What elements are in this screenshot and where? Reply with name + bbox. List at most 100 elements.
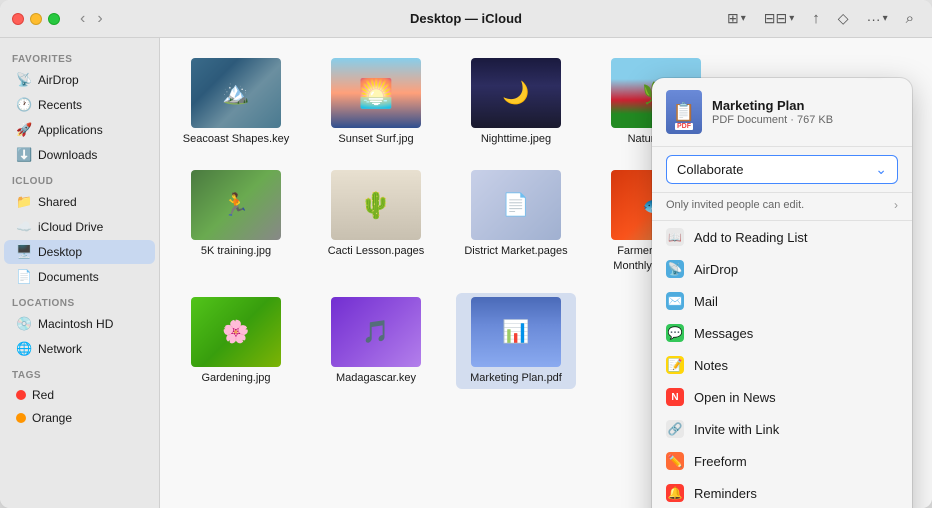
sidebar-label-downloads: Downloads (38, 148, 97, 162)
file-item-nighttime[interactable]: Nighttime.jpeg (456, 54, 576, 150)
menu-item-mail[interactable]: ✉️ Mail (652, 285, 912, 317)
pdf-icon: 📋 (673, 102, 695, 123)
menu-item-notes[interactable]: 📝 Notes (652, 349, 912, 381)
airdrop-menu-label: AirDrop (694, 262, 738, 277)
menu-item-reading-list[interactable]: 📖 Add to Reading List (652, 221, 912, 253)
sidebar-item-airdrop[interactable]: 📡 AirDrop (4, 68, 155, 92)
airdrop-icon: 📡 (16, 72, 32, 88)
sidebar-item-documents[interactable]: 📄 Documents (4, 265, 155, 289)
sidebar-item-recents[interactable]: 🕐 Recents (4, 93, 155, 117)
menu-item-reminders[interactable]: 🔔 Reminders (652, 477, 912, 508)
downloads-icon: ⬇️ (16, 147, 32, 163)
content-area: Seacoast Shapes.key Sunset Surf.jpg Nigh… (160, 38, 932, 508)
main-area: Favorites 📡 AirDrop 🕐 Recents 🚀 Applicat… (0, 38, 932, 508)
macintosh-hd-icon: 💿 (16, 316, 32, 332)
file-thumb-sunset (331, 58, 421, 128)
sidebar-item-applications[interactable]: 🚀 Applications (4, 118, 155, 142)
icloud-drive-icon: ☁️ (16, 219, 32, 235)
file-label-sunset: Sunset Surf.jpg (338, 132, 413, 146)
tag-orange-dot (16, 413, 26, 423)
list-icon: ⊟⊟ (764, 10, 787, 27)
file-item-gardening[interactable]: Gardening.jpg (176, 293, 296, 389)
file-label-gardening: Gardening.jpg (201, 371, 270, 385)
recents-icon: 🕐 (16, 97, 32, 113)
menu-item-invite-link[interactable]: 🔗 Invite with Link (652, 413, 912, 445)
finder-window: ‹ › Desktop — iCloud ⊞ ▾ ⊟⊟ ▾ ↑ ◇ ··· ▾ (0, 0, 932, 508)
sidebar-label-applications: Applications (38, 123, 103, 137)
file-item-5k[interactable]: 5K training.jpg (176, 166, 296, 277)
menu-item-messages[interactable]: 💬 Messages (652, 317, 912, 349)
titlebar: ‹ › Desktop — iCloud ⊞ ▾ ⊟⊟ ▾ ↑ ◇ ··· ▾ (0, 0, 932, 38)
file-item-district[interactable]: District Market.pages (456, 166, 576, 277)
news-icon: N (666, 388, 684, 406)
toolbar-actions: ⊞ ▾ ⊟⊟ ▾ ↑ ◇ ··· ▾ ⌕ (721, 7, 920, 30)
popup-file-icon: 📋 (666, 90, 702, 134)
file-item-seacoast[interactable]: Seacoast Shapes.key (176, 54, 296, 150)
sidebar-label-icloud-drive: iCloud Drive (38, 220, 103, 234)
reminders-icon: 🔔 (666, 484, 684, 502)
sidebar-label-recents: Recents (38, 98, 82, 112)
file-label-cacti: Cacti Lesson.pages (328, 244, 425, 258)
grid-icon: ⊞ (727, 10, 739, 27)
file-label-marketing: Marketing Plan.pdf (470, 371, 562, 385)
share-icon: ↑ (812, 10, 820, 27)
sidebar-item-downloads[interactable]: ⬇️ Downloads (4, 143, 155, 167)
file-thumb-gardening (191, 297, 281, 367)
sidebar-item-network[interactable]: 🌐 Network (4, 337, 155, 361)
file-item-sunset[interactable]: Sunset Surf.jpg (316, 54, 436, 150)
traffic-lights (12, 13, 60, 25)
menu-item-airdrop[interactable]: 📡 AirDrop (652, 253, 912, 285)
open-in-news-label: Open in News (694, 390, 776, 405)
collaborate-label: Collaborate (677, 162, 744, 177)
sidebar-item-macintosh-hd[interactable]: 💿 Macintosh HD (4, 312, 155, 336)
view-toggle-icon: ▾ (741, 13, 746, 24)
search-icon: ⌕ (906, 10, 914, 27)
sidebar-item-tag-orange[interactable]: Orange (4, 407, 155, 429)
menu-item-open-in-news[interactable]: N Open in News (652, 381, 912, 413)
forward-button[interactable]: › (93, 8, 106, 30)
popup-collaborate-row: Collaborate ⌄ (652, 147, 912, 193)
sidebar-label-tag-red: Red (32, 388, 54, 402)
share-button[interactable]: ↑ (806, 7, 826, 30)
messages-label: Messages (694, 326, 753, 341)
maximize-button[interactable] (48, 13, 60, 25)
freeform-icon: ✏️ (666, 452, 684, 470)
sidebar-item-tag-red[interactable]: Red (4, 384, 155, 406)
sidebar-label-tag-orange: Orange (32, 411, 72, 425)
tag-button[interactable]: ◇ (832, 7, 855, 30)
sidebar-label-airdrop: AirDrop (38, 73, 79, 87)
desktop-icon: 🖥️ (16, 244, 32, 260)
minimize-button[interactable] (30, 13, 42, 25)
menu-item-freeform[interactable]: ✏️ Freeform (652, 445, 912, 477)
popup-file-meta: PDF Document · 767 KB (712, 114, 898, 126)
share-popup: 📋 Marketing Plan PDF Document · 767 KB C… (652, 78, 912, 508)
popup-invite-hint[interactable]: Only invited people can edit. › (652, 193, 912, 221)
file-label-district: District Market.pages (464, 244, 567, 258)
applications-icon: 🚀 (16, 122, 32, 138)
search-button[interactable]: ⌕ (900, 7, 920, 30)
tag-icon: ◇ (838, 10, 849, 27)
file-thumb-seacoast (191, 58, 281, 128)
sidebar: Favorites 📡 AirDrop 🕐 Recents 🚀 Applicat… (0, 38, 160, 508)
file-item-marketing[interactable]: Marketing Plan.pdf (456, 293, 576, 389)
view-grid-button[interactable]: ⊞ ▾ (721, 7, 752, 30)
invite-link-label: Invite with Link (694, 422, 779, 437)
freeform-label: Freeform (694, 454, 747, 469)
popup-file-name: Marketing Plan (712, 98, 898, 113)
close-button[interactable] (12, 13, 24, 25)
file-item-cacti[interactable]: Cacti Lesson.pages (316, 166, 436, 277)
sidebar-item-shared[interactable]: 📁 Shared (4, 190, 155, 214)
sidebar-label-documents: Documents (38, 270, 99, 284)
collaborate-select[interactable]: Collaborate ⌄ (666, 155, 898, 184)
file-item-madagascar[interactable]: Madagascar.key (316, 293, 436, 389)
file-label-madagascar: Madagascar.key (336, 371, 416, 385)
view-toggle-button[interactable]: ⊟⊟ ▾ (758, 7, 801, 30)
back-button[interactable]: ‹ (76, 8, 89, 30)
sidebar-section-tags: Tags (0, 362, 159, 383)
sidebar-item-desktop[interactable]: 🖥️ Desktop (4, 240, 155, 264)
file-thumb-madagascar (331, 297, 421, 367)
file-label-5k: 5K training.jpg (201, 244, 271, 258)
sidebar-item-icloud-drive[interactable]: ☁️ iCloud Drive (4, 215, 155, 239)
more-button[interactable]: ··· ▾ (861, 8, 894, 30)
dropdown-arrow-icon: ⌄ (875, 161, 887, 178)
